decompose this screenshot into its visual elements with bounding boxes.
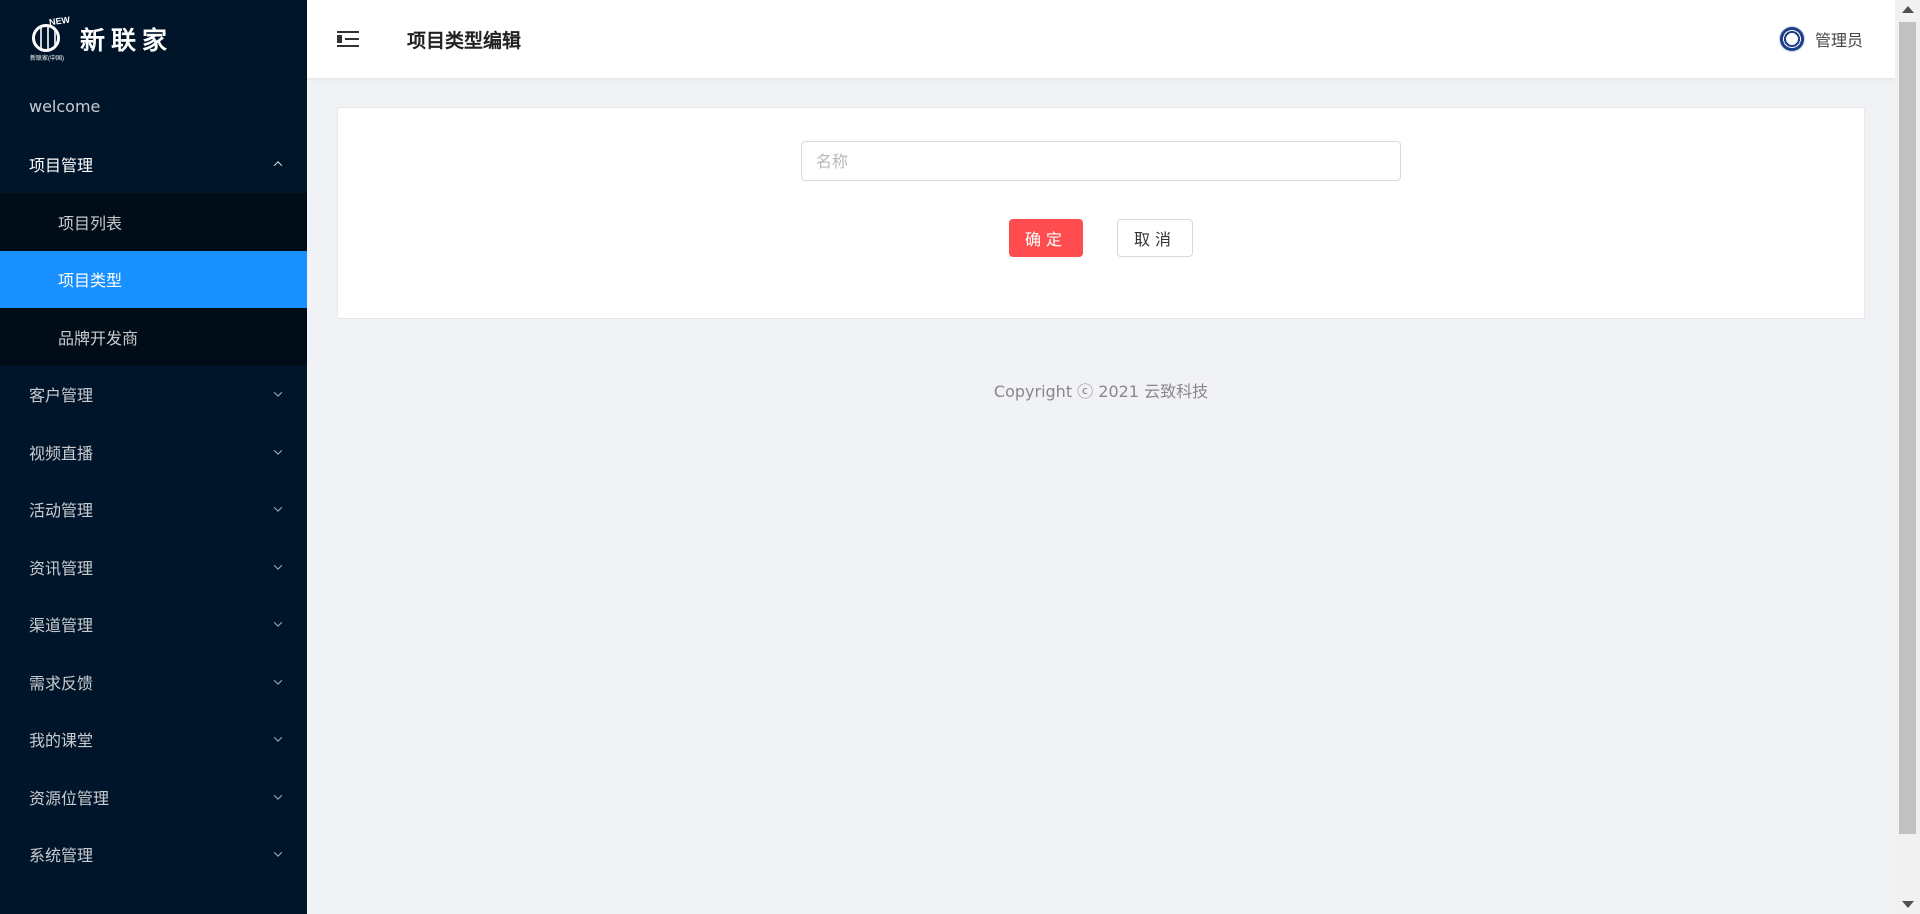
name-input[interactable] — [801, 141, 1401, 181]
sidebar-item-label: welcome — [29, 97, 101, 117]
chevron-down-icon — [271, 445, 285, 459]
sidebar-item-label: 需求反馈 — [29, 673, 94, 693]
chevron-down-icon — [271, 732, 285, 746]
sidebar-item-label: 资讯管理 — [29, 558, 94, 578]
sidebar-item-project-management[interactable]: 项目管理 — [0, 136, 307, 194]
scroll-down-arrow-icon[interactable] — [1902, 901, 1914, 908]
sidebar-item-label: 渠道管理 — [29, 616, 94, 636]
sidebar-item-label: 品牌开发商 — [58, 328, 139, 348]
confirm-button[interactable]: 确定 — [1009, 219, 1083, 257]
chevron-down-icon — [271, 502, 285, 516]
menu-fold-icon[interactable] — [337, 30, 359, 48]
sidebar-item-label: 我的课堂 — [29, 731, 94, 751]
scroll-up-arrow-icon[interactable] — [1902, 6, 1914, 13]
sidebar-menu: welcome 项目管理 项目列表 项目类型 品牌开发商 客户管理 视频直播 活… — [0, 78, 307, 883]
sidebar-item-welcome[interactable]: welcome — [0, 78, 307, 136]
logo[interactable]: NEW 新联家(中国) 新联家 — [0, 0, 307, 78]
edit-form-card: 确定 取消 — [337, 107, 1865, 319]
sidebar-subitem-project-type[interactable]: 项目类型 — [0, 250, 307, 308]
sidebar-item-label: 系统管理 — [29, 846, 94, 866]
sidebar-item-label: 项目列表 — [58, 213, 123, 233]
sidebar-item-feedback[interactable]: 需求反馈 — [0, 653, 307, 711]
sidebar-item-label: 视频直播 — [29, 443, 94, 463]
sidebar: NEW 新联家(中国) 新联家 welcome 项目管理 项目列表 项目类型 品… — [0, 0, 307, 914]
sidebar-item-activity-management[interactable]: 活动管理 — [0, 481, 307, 539]
sidebar-item-system-management[interactable]: 系统管理 — [0, 826, 307, 884]
page-scrollbar[interactable] — [1895, 0, 1920, 914]
sidebar-subitem-brand-developer[interactable]: 品牌开发商 — [0, 308, 307, 366]
sidebar-item-news-management[interactable]: 资讯管理 — [0, 538, 307, 596]
chevron-up-icon — [271, 157, 285, 171]
chevron-down-icon — [271, 387, 285, 401]
sidebar-item-label: 活动管理 — [29, 501, 94, 521]
sidebar-item-video-live[interactable]: 视频直播 — [0, 423, 307, 481]
sidebar-item-label: 客户管理 — [29, 386, 94, 406]
sidebar-item-my-classroom[interactable]: 我的课堂 — [0, 711, 307, 769]
sidebar-item-customer-management[interactable]: 客户管理 — [0, 366, 307, 424]
sidebar-item-label: 资源位管理 — [29, 788, 110, 808]
sidebar-item-resource-slot-management[interactable]: 资源位管理 — [0, 768, 307, 826]
sidebar-subitem-project-list[interactable]: 项目列表 — [0, 193, 307, 251]
chevron-down-icon — [271, 790, 285, 804]
user-name: 管理员 — [1814, 31, 1863, 50]
top-header: 项目类型编辑 管理员 — [307, 0, 1895, 78]
user-menu[interactable]: 管理员 — [1778, 0, 1863, 78]
sidebar-item-channel-management[interactable]: 渠道管理 — [0, 596, 307, 654]
sidebar-item-label: 项目类型 — [58, 271, 123, 291]
avatar — [1778, 26, 1805, 52]
brand-name: 新联家 — [80, 26, 174, 55]
logo-globe-icon: NEW 新联家(中国) — [30, 14, 71, 62]
cancel-button[interactable]: 取消 — [1117, 219, 1193, 257]
chevron-down-icon — [271, 617, 285, 631]
page-title: 项目类型编辑 — [407, 29, 522, 52]
chevron-down-icon — [271, 560, 285, 574]
scroll-thumb[interactable] — [1899, 22, 1916, 834]
chevron-down-icon — [271, 847, 285, 861]
sidebar-item-label: 项目管理 — [29, 156, 94, 176]
chevron-down-icon — [271, 675, 285, 689]
copyright-footer: Copyright ⓒ 2021 云致科技 — [993, 382, 1209, 401]
submenu-project-management: 项目列表 项目类型 品牌开发商 — [0, 193, 307, 366]
